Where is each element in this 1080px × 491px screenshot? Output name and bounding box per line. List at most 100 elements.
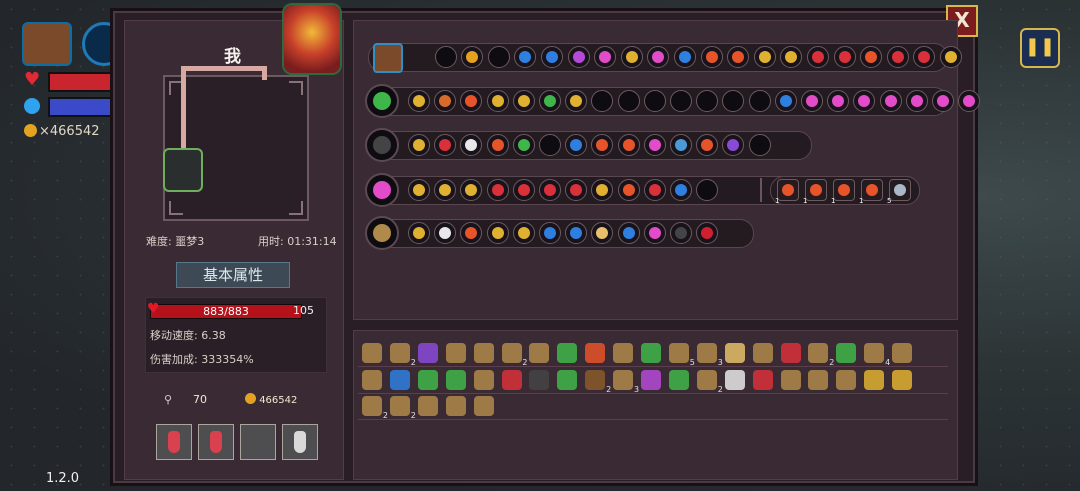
- blue-blade-icon[interactable]: [541, 46, 563, 68]
- gold-square-icon[interactable]: [940, 46, 962, 68]
- green-feather-icon[interactable]: [445, 370, 466, 390]
- gold-pentagram-icon[interactable]: [408, 134, 430, 156]
- crystal-icon[interactable]: [752, 343, 773, 363]
- consumable-slot-2[interactable]: [198, 424, 234, 460]
- red-waves-icon[interactable]: [486, 179, 509, 201]
- hat-icon[interactable]: [362, 343, 382, 363]
- empty-slot[interactable]: [617, 90, 640, 112]
- red-waves-icon[interactable]: [539, 179, 561, 201]
- blue-cube-icon[interactable]: [617, 222, 640, 244]
- fire-card-icon[interactable]: 1: [859, 179, 883, 205]
- fire-burst-icon[interactable]: [617, 134, 640, 156]
- blue-swirl-icon[interactable]: [539, 222, 561, 244]
- empty-slot[interactable]: [643, 90, 666, 112]
- empty-slot[interactable]: [748, 134, 771, 156]
- purple-tome-icon[interactable]: [417, 343, 438, 363]
- red-gem-icon[interactable]: [752, 370, 773, 390]
- flesh-icon[interactable]: [473, 370, 494, 390]
- green-leaf-icon[interactable]: [417, 370, 438, 390]
- green-wings-icon[interactable]: [557, 370, 578, 390]
- consumable-slot-1[interactable]: [156, 424, 192, 460]
- red-lizard-icon[interactable]: [886, 46, 909, 68]
- blue-dash-icon[interactable]: [670, 179, 692, 201]
- green-hat-icon[interactable]: [557, 343, 578, 363]
- red-waves-icon[interactable]: [512, 179, 535, 201]
- pink-petal-icon[interactable]: [905, 90, 928, 112]
- drop-icon[interactable]: [445, 343, 466, 363]
- chalice-icon[interactable]: [780, 370, 801, 390]
- golden-tome-icon[interactable]: [486, 90, 509, 112]
- bread-icon[interactable]: [724, 343, 745, 363]
- horn-icon[interactable]: [892, 343, 913, 363]
- gold-pentagram-icon[interactable]: [408, 179, 430, 201]
- heart-icon[interactable]: [445, 396, 466, 416]
- key-icon[interactable]: [362, 370, 382, 390]
- green-skull-icon[interactable]: [512, 134, 535, 156]
- pink-spear-icon[interactable]: [365, 173, 399, 207]
- inventory-chest-button[interactable]: [22, 22, 72, 66]
- clover-icon[interactable]: 2: [808, 343, 834, 367]
- magnifier-icon[interactable]: [808, 370, 829, 390]
- fire-card-icon[interactable]: 1: [831, 179, 855, 205]
- gold-pentagram-icon[interactable]: [408, 90, 430, 112]
- consumable-slot-3[interactable]: [240, 424, 276, 460]
- empty-slot[interactable]: [539, 134, 561, 156]
- rainbow-orb-icon[interactable]: [567, 46, 590, 68]
- green-hat-icon[interactable]: [836, 343, 857, 363]
- scroll-icon[interactable]: [529, 343, 550, 363]
- blue-cube-icon[interactable]: [674, 46, 696, 68]
- hat-icon[interactable]: 2: [389, 343, 416, 367]
- gold-pentagram-icon[interactable]: [408, 222, 430, 244]
- pink-petal-icon[interactable]: [932, 90, 954, 112]
- pause-button[interactable]: ❚❚: [1020, 28, 1060, 68]
- empty-icon[interactable]: [487, 46, 510, 68]
- lantern-icon[interactable]: 3: [696, 343, 723, 367]
- consumable-slot-4[interactable]: [282, 424, 318, 460]
- ice-blade-icon[interactable]: [365, 216, 399, 250]
- chest-icon[interactable]: 2: [585, 370, 611, 394]
- blue-gem-icon[interactable]: [389, 370, 410, 390]
- blue-orb-icon[interactable]: [774, 90, 797, 112]
- dark-eye-icon[interactable]: [670, 222, 692, 244]
- red-mask-icon[interactable]: [780, 343, 801, 363]
- egg-icon[interactable]: [417, 396, 438, 416]
- gold-bolt-icon[interactable]: [512, 90, 535, 112]
- rainbow-icon[interactable]: [641, 370, 661, 390]
- wheat-icon[interactable]: 2: [696, 370, 723, 394]
- candle-icon[interactable]: 5: [668, 343, 695, 367]
- book-icon[interactable]: 4: [864, 343, 890, 367]
- gold-orb-icon[interactable]: [620, 46, 643, 68]
- fire-pot-icon[interactable]: [585, 343, 606, 363]
- gold-leaf-icon[interactable]: [892, 370, 913, 390]
- fire-card-icon[interactable]: 1: [803, 179, 827, 205]
- ring-icon[interactable]: 2: [362, 396, 388, 420]
- pickaxe-icon[interactable]: [613, 343, 634, 363]
- gold-crystal-icon[interactable]: [864, 370, 885, 390]
- green-staff-icon[interactable]: [365, 84, 399, 118]
- pink-petal-icon[interactable]: [879, 90, 902, 112]
- pink-burst-icon[interactable]: [643, 134, 666, 156]
- chest-icon-icon[interactable]: [373, 43, 403, 73]
- empty-icon[interactable]: [434, 46, 457, 68]
- red-eye-icon[interactable]: [501, 370, 522, 390]
- pink-petal-icon[interactable]: [801, 90, 823, 112]
- star-card-icon[interactable]: 5: [887, 179, 911, 205]
- fire-burst-icon[interactable]: [617, 179, 640, 201]
- fire-claw-icon[interactable]: [700, 46, 723, 68]
- fire-card-icon[interactable]: 1: [775, 179, 799, 205]
- green-boot-icon[interactable]: [668, 370, 689, 390]
- boot-icon[interactable]: 2: [389, 396, 416, 420]
- gold-leaf-icon[interactable]: [486, 222, 509, 244]
- claw-icon[interactable]: 2: [501, 343, 528, 367]
- potion-icon[interactable]: [473, 343, 494, 363]
- dark-wand-icon[interactable]: [365, 128, 399, 162]
- gold-leaf-icon[interactable]: [512, 222, 535, 244]
- dark-hat-icon[interactable]: [529, 370, 550, 390]
- witch-hat-icon[interactable]: 3: [613, 370, 639, 394]
- red-hourglass-icon[interactable]: [833, 46, 856, 68]
- tab-basic-attributes[interactable]: 基本属性: [176, 262, 290, 288]
- yellow-drink-icon[interactable]: [473, 396, 494, 416]
- empty-slot[interactable]: [670, 90, 692, 112]
- red-flask-icon[interactable]: [807, 46, 829, 68]
- branch-icon[interactable]: [836, 370, 857, 390]
